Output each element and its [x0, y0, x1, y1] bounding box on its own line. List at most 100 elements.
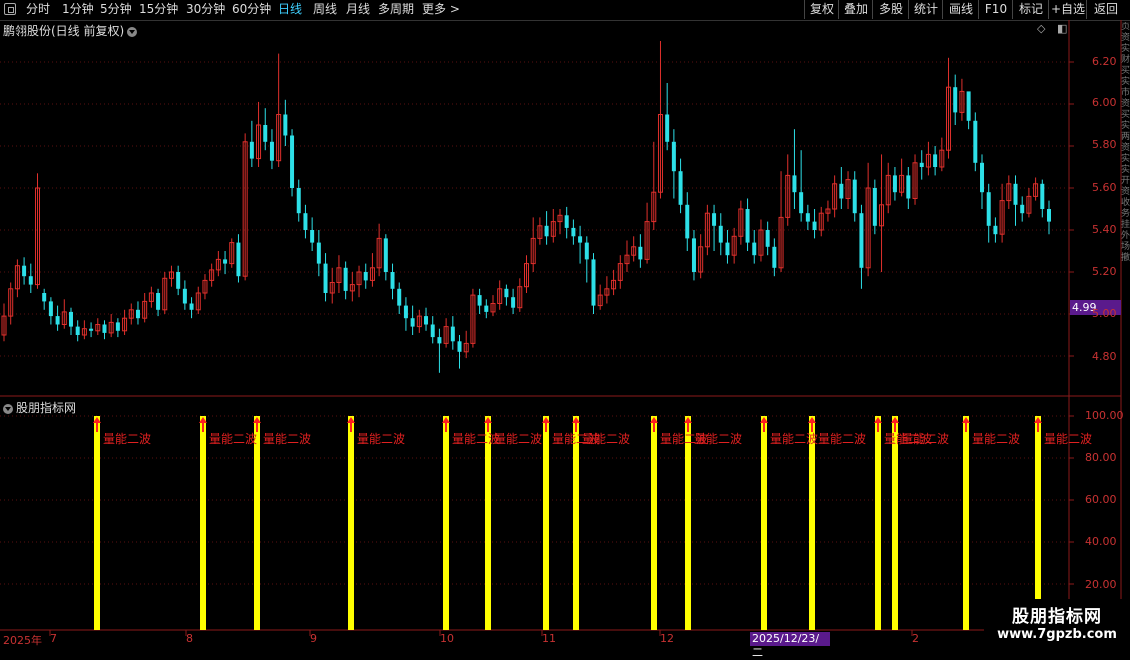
date-axis-label: 2 — [912, 632, 919, 645]
candle-body — [752, 242, 757, 256]
signal-bar — [685, 416, 691, 630]
date-axis-label: 8 — [186, 632, 193, 645]
signal-label: 量能二波 — [263, 432, 312, 446]
signal-label: 量能二波 — [818, 432, 867, 446]
candle-body — [745, 209, 750, 243]
candle-body — [75, 326, 80, 335]
candle-body — [135, 309, 140, 319]
signal-label: 量能二波 — [694, 432, 743, 446]
date-axis-label: 12 — [660, 632, 674, 645]
candle-body — [933, 154, 938, 167]
signal-bar — [875, 416, 881, 630]
right-panel-strip: 页资实财买实市资买实两资实实开资收务挂外场撤 — [1121, 22, 1130, 263]
candle-body — [504, 288, 509, 298]
signal-bar — [543, 416, 549, 630]
candle-body — [310, 230, 315, 243]
price-tick-label: 5.80 — [1092, 138, 1117, 151]
candle-body — [872, 188, 877, 226]
price-tick-label: 5.20 — [1092, 265, 1117, 278]
candle-body — [363, 272, 368, 281]
signal-bar — [94, 416, 100, 630]
candle-body — [1047, 209, 1051, 222]
price-tick-label: 5.60 — [1092, 181, 1117, 194]
candle-body — [892, 175, 897, 193]
candle-body — [249, 141, 254, 159]
candle-body — [638, 246, 643, 260]
signal-bar — [485, 416, 491, 630]
price-tick-label: 5.00 — [1092, 307, 1117, 320]
candle-body — [511, 297, 516, 308]
candle-body — [685, 204, 690, 239]
candle-body — [544, 225, 549, 237]
candle-body — [323, 263, 328, 293]
candle-body — [477, 295, 482, 306]
candle-body — [42, 293, 47, 302]
candle-body — [176, 272, 181, 289]
price-tick-label: 5.40 — [1092, 223, 1117, 236]
candle-body — [671, 141, 676, 172]
candle-body — [430, 324, 435, 338]
candle-body — [410, 318, 415, 327]
signal-bar — [892, 416, 898, 630]
candle-body — [1013, 183, 1018, 205]
candle-body — [953, 87, 958, 113]
candle-body — [839, 183, 844, 199]
candle-body — [236, 242, 241, 277]
signal-label: 量能二波 — [103, 432, 152, 446]
indicator-tick-label: 60.00 — [1085, 493, 1117, 506]
signal-bar — [200, 416, 206, 630]
candle-body — [906, 175, 911, 199]
indicator-tick-label: 20.00 — [1085, 578, 1117, 591]
candle-body — [578, 236, 583, 243]
date-axis-label: 11 — [542, 632, 556, 645]
candle-body — [397, 288, 402, 306]
watermark: 股朋指标网 www.7gpzb.com — [984, 599, 1130, 650]
candle-body — [223, 259, 228, 264]
signal-bar — [348, 416, 354, 630]
indicator-tick-label: 80.00 — [1085, 451, 1117, 464]
candle-body — [564, 215, 569, 228]
candle-body — [986, 192, 991, 226]
signal-bar — [443, 416, 449, 630]
candle-body — [966, 91, 971, 121]
price-tick-label: 4.80 — [1092, 350, 1117, 363]
candle-body — [852, 179, 857, 214]
candle-body — [1020, 204, 1025, 214]
signal-label: 量能二波 — [972, 432, 1021, 446]
candle-body — [980, 162, 985, 193]
candle-body — [156, 293, 161, 310]
candle-body — [591, 259, 596, 306]
candle-body — [678, 171, 683, 205]
candle-body — [799, 192, 804, 214]
candle-body — [919, 162, 924, 167]
candle-body — [973, 120, 978, 163]
price-tick-label: 6.20 — [1092, 55, 1117, 68]
watermark-url: www.7gpzb.com — [997, 627, 1117, 642]
candle-body — [772, 246, 777, 268]
indicator-tick-label: 40.00 — [1085, 535, 1117, 548]
candle-body — [102, 324, 107, 333]
signal-label: 量能二波 — [901, 432, 950, 446]
candle-body — [115, 322, 120, 331]
candle-body — [343, 267, 348, 291]
candle-body — [182, 288, 187, 304]
candle-body — [993, 225, 998, 235]
candle-body — [571, 227, 576, 237]
signal-bar — [963, 416, 969, 630]
candle-body — [403, 305, 408, 319]
candle-body — [812, 221, 817, 230]
candle-body — [263, 125, 268, 142]
candle-body — [805, 213, 810, 222]
candle-body — [383, 238, 388, 272]
candle-body — [22, 265, 27, 277]
candle-body — [89, 328, 94, 331]
candle-body — [859, 213, 864, 268]
candle-body — [296, 188, 301, 214]
candle-body — [303, 213, 308, 230]
chart-canvas[interactable] — [0, 0, 1130, 650]
candle-body — [28, 276, 33, 285]
signal-bar — [1035, 416, 1041, 630]
date-axis-label: 7 — [50, 632, 57, 645]
signal-label: 量能二波 — [1044, 432, 1093, 446]
signal-label: 量能二波 — [357, 432, 406, 446]
